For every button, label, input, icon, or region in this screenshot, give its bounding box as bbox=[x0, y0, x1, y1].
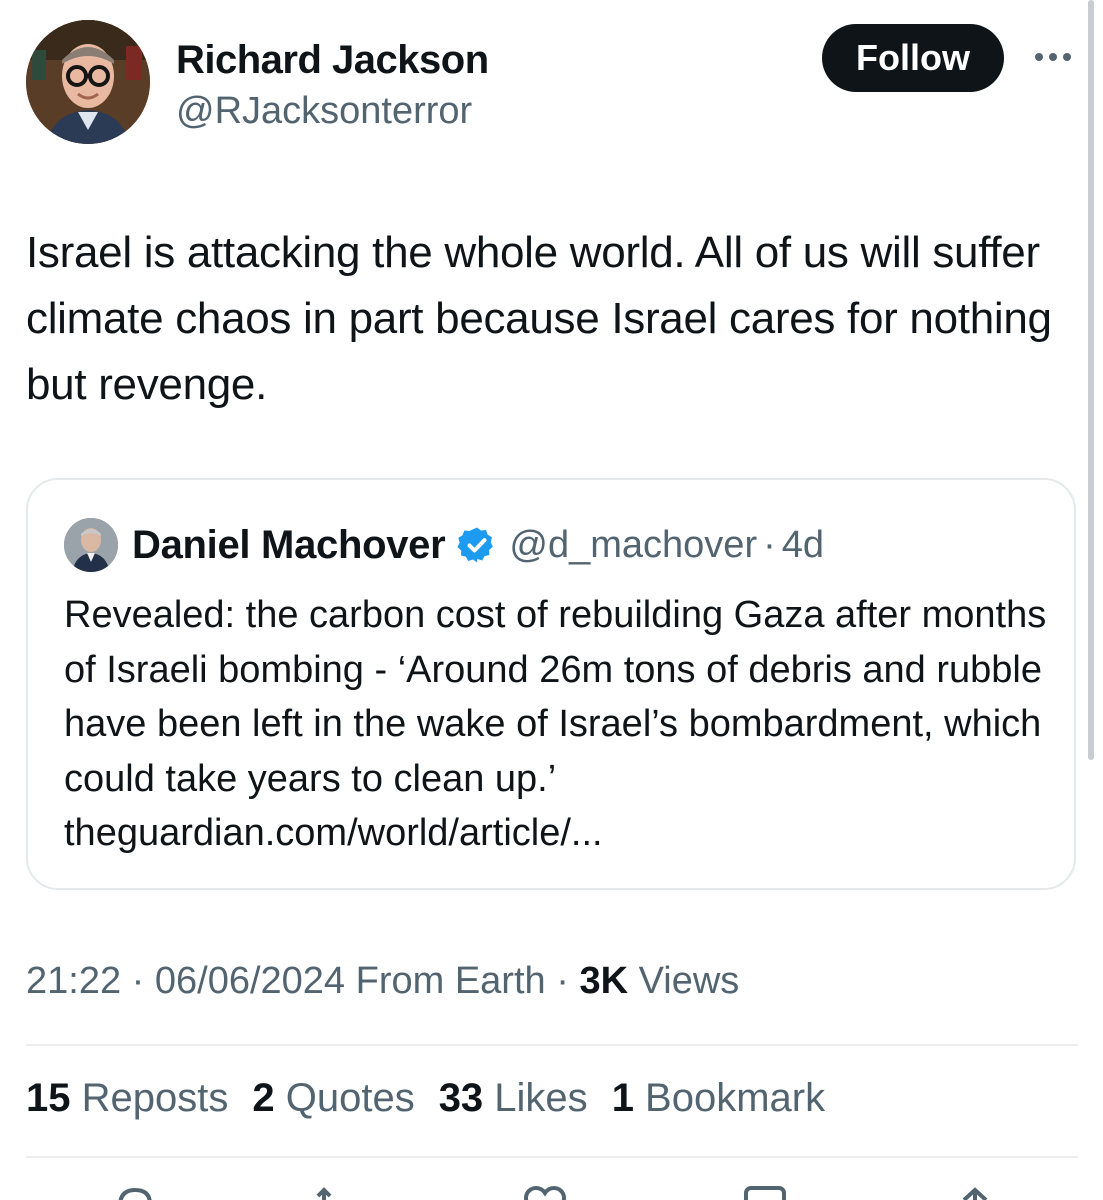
tweet-page: Richard Jackson @RJacksonterror Follow I… bbox=[0, 0, 1103, 1200]
divider bbox=[26, 1044, 1078, 1046]
author-avatar[interactable] bbox=[26, 20, 150, 144]
likes-label: Likes bbox=[483, 1076, 588, 1120]
repost-icon[interactable] bbox=[310, 1186, 360, 1200]
verified-badge-icon bbox=[457, 527, 494, 563]
meta-separator: · bbox=[121, 960, 155, 1002]
tweet-meta: 21:22 · 06/06/2024 From Earth · 3K Views bbox=[26, 960, 739, 1003]
reposts-label: Reposts bbox=[70, 1076, 229, 1120]
quotes-stat[interactable]: 2 Quotes bbox=[252, 1076, 414, 1121]
like-icon[interactable] bbox=[520, 1186, 570, 1200]
quote-header: Daniel Machover @d_machover · 4d bbox=[132, 520, 824, 570]
tweet-date[interactable]: 06/06/2024 bbox=[155, 960, 345, 1002]
bookmarks-stat[interactable]: 1 Bookmark bbox=[612, 1076, 825, 1121]
quote-author-name[interactable]: Daniel Machover bbox=[132, 523, 446, 568]
share-icon[interactable] bbox=[950, 1186, 1000, 1200]
quote-author-handle[interactable]: @d_machover bbox=[509, 524, 757, 567]
quote-profile-photo-icon bbox=[64, 518, 118, 572]
quote-author-avatar[interactable] bbox=[64, 518, 118, 572]
engagement-stats: 15 Reposts 2 Quotes 33 Likes 1 Bookmark bbox=[26, 1076, 849, 1121]
tweet-time[interactable]: 21:22 bbox=[26, 960, 121, 1002]
reposts-stat[interactable]: 15 Reposts bbox=[26, 1076, 228, 1121]
tweet-header: Richard Jackson @RJacksonterror Follow bbox=[26, 20, 1086, 150]
bookmarks-label: Bookmark bbox=[633, 1076, 826, 1120]
meta-separator: · bbox=[545, 960, 580, 1002]
follow-button[interactable]: Follow bbox=[822, 24, 1004, 92]
scrollbar[interactable] bbox=[1088, 0, 1094, 760]
divider bbox=[26, 1156, 1078, 1158]
tweet-text: Israel is attacking the whole world. All… bbox=[26, 228, 1052, 409]
bookmark-icon[interactable] bbox=[740, 1186, 790, 1200]
author-name[interactable]: Richard Jackson bbox=[176, 38, 489, 83]
quotes-label: Quotes bbox=[274, 1076, 415, 1120]
quoted-tweet-card[interactable]: Daniel Machover @d_machover · 4d Reveale… bbox=[26, 478, 1076, 890]
views-count[interactable]: 3K bbox=[579, 960, 628, 1002]
reply-icon[interactable] bbox=[110, 1186, 160, 1200]
author-handle[interactable]: @RJacksonterror bbox=[176, 90, 472, 133]
likes-stat[interactable]: 33 Likes bbox=[439, 1076, 588, 1121]
bookmarks-count: 1 bbox=[611, 1076, 634, 1120]
reposts-count: 15 bbox=[26, 1076, 71, 1120]
likes-count: 33 bbox=[438, 1076, 484, 1120]
quote-timestamp[interactable]: 4d bbox=[782, 524, 824, 567]
quote-separator: · bbox=[763, 523, 776, 566]
views-label[interactable]: Views bbox=[628, 960, 740, 1002]
action-bar bbox=[0, 1186, 1103, 1200]
profile-photo-icon bbox=[26, 20, 150, 144]
quotes-count: 2 bbox=[252, 1076, 275, 1120]
quote-text: Revealed: the carbon cost of rebuilding … bbox=[64, 594, 1047, 854]
tweet-source: From Earth bbox=[345, 960, 546, 1002]
more-dots-icon[interactable] bbox=[1032, 42, 1074, 72]
